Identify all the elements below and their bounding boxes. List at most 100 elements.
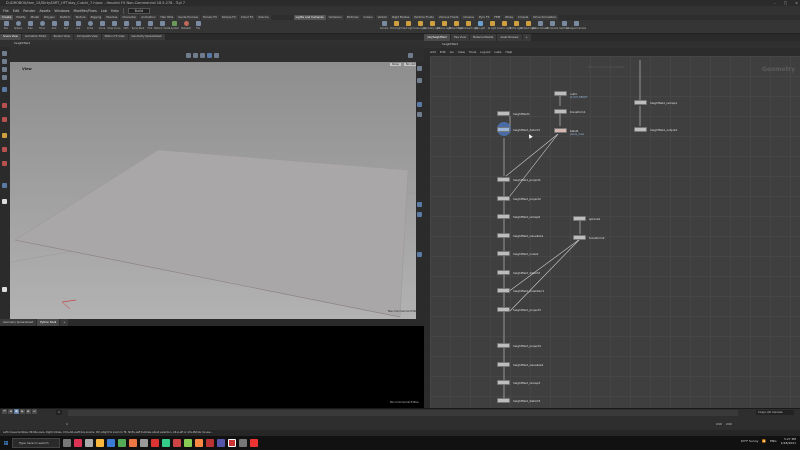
taskbar-clock[interactable]: 3:27 PM 1/28/2021 xyxy=(781,437,796,445)
background-icon[interactable] xyxy=(417,252,422,257)
net-menu-layout[interactable]: Layout xyxy=(480,48,490,56)
start-frame-field[interactable]: 1 xyxy=(66,422,68,426)
network-icon[interactable]: 📶 xyxy=(762,439,766,443)
node-heightfield-remap2[interactable]: heightfield_remap2 xyxy=(497,214,540,219)
display-geometry-icon[interactable] xyxy=(417,102,422,107)
jump-end-icon[interactable]: ⏭ xyxy=(32,409,37,414)
tool-line[interactable]: Line xyxy=(72,20,84,33)
current-frame-field[interactable]: 1 xyxy=(56,410,62,415)
tab-network-obj[interactable]: /obj/heightfield xyxy=(424,34,450,41)
tool-vr-camera[interactable]: VR Camera xyxy=(546,20,558,33)
node-heightfield-project3[interactable]: heightfield_project3 xyxy=(497,307,541,312)
tool-environment-light[interactable]: Environment Light xyxy=(458,20,478,33)
node-transform1[interactable]: transform1 xyxy=(554,109,586,114)
render-region-icon[interactable] xyxy=(2,199,7,204)
add-network-tab-icon[interactable]: + xyxy=(522,34,531,41)
tool-gamepad-camera[interactable]: Gamepad Camera xyxy=(566,20,586,33)
view-tool-icon[interactable] xyxy=(2,87,7,92)
display-points-icon[interactable] xyxy=(417,66,422,71)
node-body[interactable] xyxy=(634,127,647,132)
taskbar-search-input[interactable]: Type here to search xyxy=(12,438,60,448)
app-icon-1[interactable] xyxy=(74,439,82,447)
node-body[interactable] xyxy=(497,251,510,256)
tool-spot-light[interactable]: Spot Light xyxy=(402,20,414,33)
houdini-app-icon[interactable] xyxy=(228,439,236,447)
app-icon-2[interactable] xyxy=(85,439,93,447)
3d-viewport[interactable] xyxy=(10,62,416,319)
viewport-view-label[interactable]: View xyxy=(22,67,32,71)
tool-sphere[interactable]: Sphere xyxy=(12,20,24,33)
browser-icon[interactable] xyxy=(107,439,115,447)
windows-start-icon[interactable]: ⊞ xyxy=(0,436,12,450)
python-shell-console[interactable] xyxy=(0,326,424,408)
node-body[interactable] xyxy=(573,216,586,221)
menu-assets[interactable]: Assets xyxy=(39,9,50,13)
tool-box[interactable]: Box xyxy=(0,20,12,33)
menu-windows[interactable]: Windows xyxy=(54,9,69,13)
node-body[interactable] xyxy=(497,111,510,116)
shadows-icon[interactable] xyxy=(417,212,422,217)
app-icon-6[interactable] xyxy=(151,439,159,447)
node-body[interactable] xyxy=(497,307,510,312)
tool-caustic-light[interactable]: Caustic Light xyxy=(497,20,511,33)
tool-circle[interactable]: Circle xyxy=(84,20,96,33)
app-icon-3[interactable] xyxy=(118,439,126,447)
net-menu-tools[interactable]: Tools xyxy=(469,48,476,56)
tool-grid[interactable]: Grid xyxy=(48,20,60,33)
node-transform2[interactable]: transform2 xyxy=(573,235,605,240)
node-heightfield-noise1[interactable]: heightfield_noise1 xyxy=(497,251,539,256)
tab-material-palette[interactable]: Material Palette xyxy=(469,34,497,41)
node-body[interactable] xyxy=(497,343,510,348)
menu-modifier[interactable]: Modifier/Fixes xyxy=(74,9,97,13)
app-icon-5[interactable] xyxy=(140,439,148,447)
node-sphere1[interactable]: sphere1 xyxy=(573,216,600,221)
tool-platonic-solids[interactable]: Platonic Solids xyxy=(154,20,170,33)
tool-sky-light[interactable]: Sky Light xyxy=(474,20,486,33)
node-body[interactable] xyxy=(497,380,510,385)
lighting-icon[interactable] xyxy=(417,202,422,207)
app-icon-11[interactable] xyxy=(206,439,214,447)
node-heightfield-visualize1[interactable]: heightfield_visualize1 xyxy=(497,233,543,238)
stop-icon[interactable]: ■ xyxy=(14,409,19,414)
menu-edit[interactable]: Edit xyxy=(13,9,20,13)
node-heightfield-visualize2[interactable]: heightfield_visualize2 xyxy=(497,362,543,367)
play-icon[interactable]: ▶ xyxy=(20,409,25,414)
snap-icon[interactable] xyxy=(186,53,191,58)
scale-tool-icon[interactable] xyxy=(2,75,7,80)
language-label[interactable]: ENG xyxy=(770,439,776,443)
app-icon-13[interactable] xyxy=(239,439,247,447)
display-wire-icon[interactable] xyxy=(417,112,422,117)
tool-point-light[interactable]: Point Light xyxy=(390,20,402,33)
tool-l-system[interactable]: L-System xyxy=(168,20,180,33)
paint-tool-icon[interactable] xyxy=(2,147,7,152)
tool-spray-paint[interactable]: Spray Paint xyxy=(132,20,144,33)
display-options-icon[interactable] xyxy=(214,53,219,58)
rotate-tool-icon[interactable] xyxy=(2,67,7,72)
tab-asset-browser[interactable]: Asset Browser xyxy=(497,34,522,41)
viewport-path[interactable]: heightfield xyxy=(14,41,30,45)
node-heightfield-project1[interactable]: heightfield_project1 xyxy=(497,177,541,182)
persp-menu[interactable]: Persp xyxy=(390,63,402,66)
node-body[interactable] xyxy=(573,235,586,240)
menu-file[interactable]: File xyxy=(3,9,9,13)
node-body[interactable] xyxy=(634,100,647,105)
menu-lab[interactable]: Lab xyxy=(101,9,107,13)
tool-torus[interactable]: Torus xyxy=(36,20,48,33)
node-heightfield-distort1[interactable]: heightfield_distort1 xyxy=(497,122,540,136)
snap-tool-icon[interactable] xyxy=(2,183,7,188)
net-menu-view[interactable]: View xyxy=(458,48,465,56)
node-body[interactable] xyxy=(497,177,510,182)
timeline-ruler[interactable] xyxy=(68,410,738,416)
node-body[interactable] xyxy=(497,127,510,132)
display-normals-icon[interactable] xyxy=(417,78,422,83)
pose-tool-icon[interactable] xyxy=(2,117,7,122)
node-heightfield-project2[interactable]: heightfield_project2 xyxy=(497,196,541,201)
net-menu-edit[interactable]: Edit xyxy=(440,48,446,56)
viewport-menu-icon[interactable] xyxy=(408,53,413,58)
node-heightfield-distort2[interactable]: heightfield_distort2 xyxy=(497,270,540,275)
app-icon-7[interactable] xyxy=(162,439,170,447)
app-icon-10[interactable] xyxy=(195,439,203,447)
select-mode-icon[interactable] xyxy=(207,53,212,58)
light-tool-icon[interactable] xyxy=(2,133,7,138)
desktop-dropdown[interactable]: Build xyxy=(127,7,151,14)
